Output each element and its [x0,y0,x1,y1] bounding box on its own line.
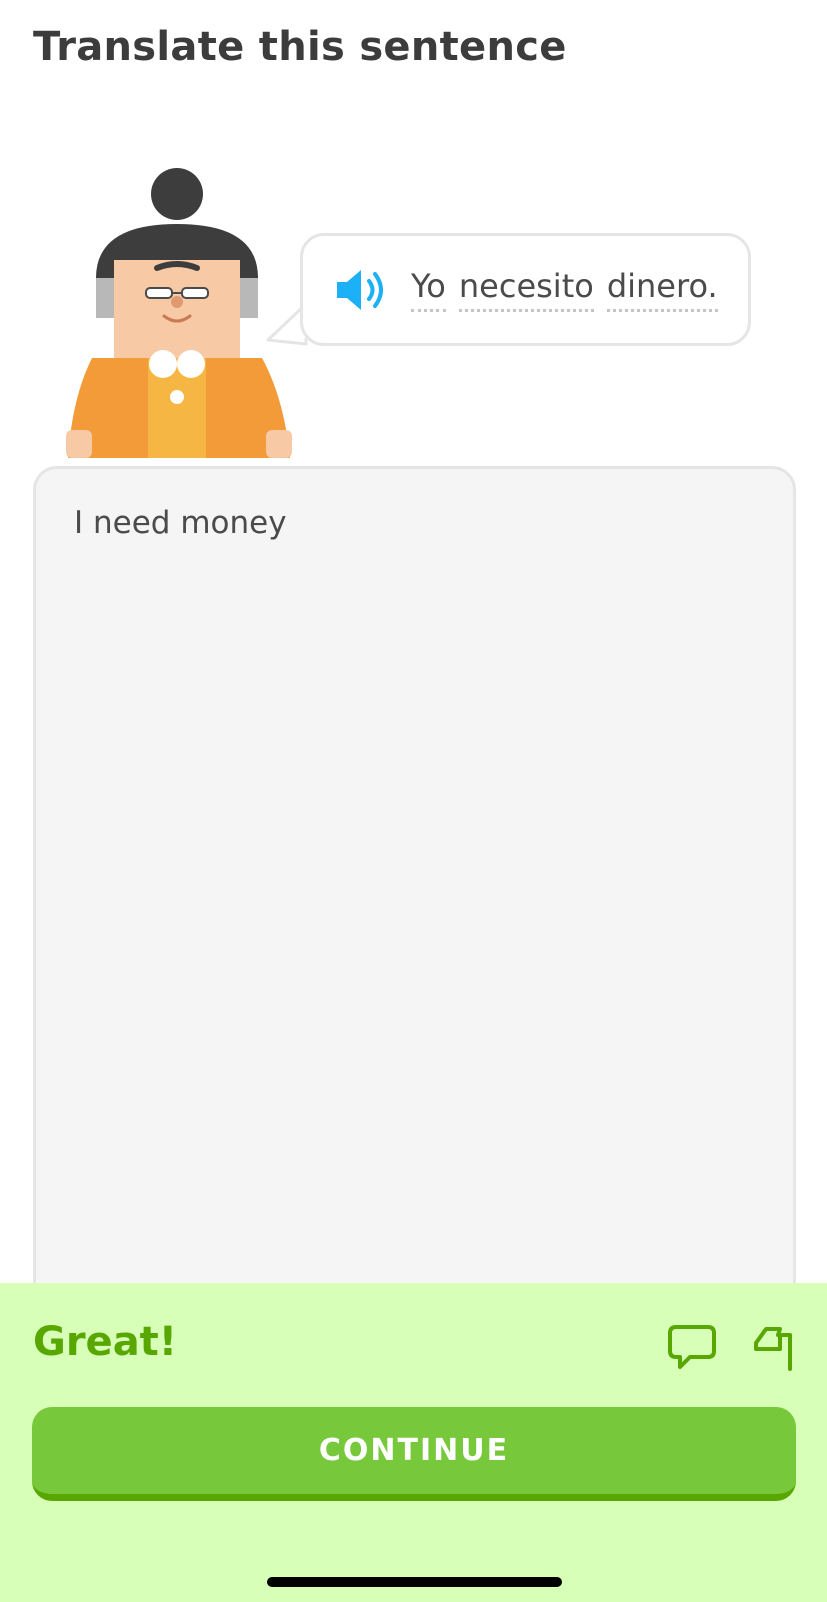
feedback-title: Great! [33,1319,178,1365]
continue-button[interactable]: CONTINUE [32,1407,796,1501]
prompt-word[interactable]: Yo [411,267,446,312]
feedback-panel: Great! CONTINUE [0,1283,827,1602]
page-title: Translate this sentence [33,24,567,70]
flag-icon[interactable] [748,1323,800,1371]
comment-icon[interactable] [666,1323,718,1371]
home-indicator[interactable] [267,1577,562,1587]
answer-textarea[interactable]: I need money [33,466,796,1366]
speaker-icon[interactable] [333,266,391,314]
answer-text: I need money [74,505,287,541]
prompt-sentence: Yo necesito dinero. [411,267,718,312]
prompt-word[interactable]: necesito [458,267,594,312]
speech-bubble: Yo necesito dinero. [300,233,751,346]
prompt-word[interactable]: dinero. [606,267,718,312]
